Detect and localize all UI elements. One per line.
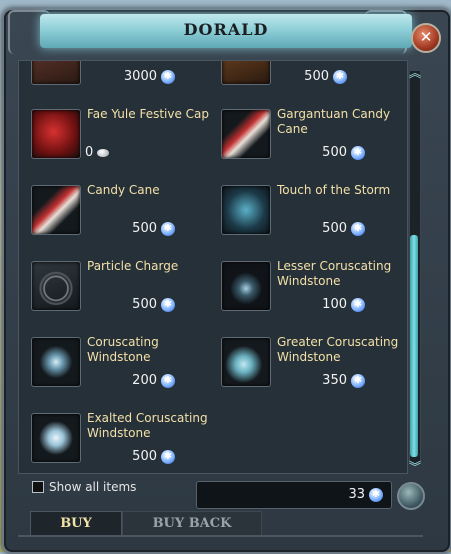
list-item[interactable]: 500 ✱ [221, 61, 407, 105]
item-name: Greater Coruscating Windstone [277, 335, 399, 364]
astral-diamond-icon: ✱ [369, 487, 383, 502]
exalted-windstone-icon [31, 413, 81, 463]
scroll-up-icon[interactable]: ︽ [408, 64, 422, 80]
list-item[interactable]: Coruscating Windstone 200 ✱ [31, 335, 221, 407]
candy-cane-icon [31, 185, 81, 235]
list-item[interactable]: Lesser Coruscating Windstone 100 ✱ [221, 259, 407, 331]
astral-diamond-icon: ✱ [333, 69, 347, 84]
candy-cane-icon [221, 109, 271, 159]
item-name: Lesser Coruscating Windstone [277, 259, 392, 288]
tab-buy[interactable]: BUY [30, 511, 122, 536]
astral-diamond-icon: ✱ [351, 221, 365, 236]
list-item[interactable]: Gargantuan Candy Cane 500 ✱ [221, 107, 407, 179]
astral-diamond-icon: ✱ [351, 145, 365, 160]
close-icon: ✕ [419, 28, 433, 46]
item-price: 200 [132, 373, 157, 388]
item-icon [31, 61, 81, 85]
item-name: Coruscating Windstone [87, 335, 159, 364]
item-icon [221, 61, 271, 85]
item-name: Touch of the Storm [277, 183, 391, 197]
item-price: 350 [322, 373, 347, 388]
list-item[interactable]: Particle Charge 500 ✱ [31, 259, 221, 331]
astral-diamond-icon: ✱ [351, 373, 365, 388]
list-item[interactable]: Exalted Coruscating Windstone 500 ✱ [31, 411, 221, 473]
item-price: 0 [85, 145, 94, 160]
list-item[interactable]: Fae Yule Festive Cap 0 [31, 107, 221, 179]
astral-diamond-icon: ✱ [161, 373, 175, 388]
balance-amount: 33 [348, 487, 365, 502]
show-all-label: Show all items [49, 480, 137, 494]
item-price: 500 [132, 221, 157, 236]
tab-divider [18, 535, 423, 537]
item-name: Exalted Coruscating Windstone [87, 411, 208, 440]
currency-options-button[interactable] [397, 482, 425, 510]
item-price: 500 [322, 145, 347, 160]
list-item[interactable]: Greater Coruscating Windstone 350 ✱ [221, 335, 407, 407]
windstone-icon [31, 337, 81, 387]
windstone-icon [221, 261, 271, 311]
item-price: 100 [322, 297, 347, 312]
currency-balance: 33 ✱ [196, 481, 392, 509]
item-name: Particle Charge [87, 259, 179, 273]
item-list: 3000 ✱ 500 ✱ Fae Yule Festive Cap 0 Garg… [18, 60, 408, 474]
title-bar: DORALD [40, 14, 412, 48]
close-button[interactable]: ✕ [411, 23, 441, 53]
santa-hat-icon [31, 109, 81, 159]
item-price: 500 [322, 221, 347, 236]
tab-buy-back[interactable]: BUY BACK [122, 511, 262, 537]
list-item[interactable]: 3000 ✱ [31, 61, 221, 105]
item-price: 500 [304, 69, 329, 84]
item-name: Gargantuan Candy Cane [277, 107, 391, 136]
show-all-items-toggle[interactable]: Show all items [32, 480, 136, 494]
astral-diamond-icon: ✱ [161, 69, 175, 84]
item-price: 3000 [123, 69, 157, 84]
item-name: Candy Cane [87, 183, 160, 197]
silver-coin-icon [97, 148, 110, 157]
astral-diamond-icon: ✱ [161, 221, 175, 236]
scroll-down-icon[interactable]: ︾ [408, 458, 422, 474]
item-name: Fae Yule Festive Cap [87, 107, 210, 121]
particle-rings-icon [31, 261, 81, 311]
item-price: 500 [132, 297, 157, 312]
checkbox[interactable] [32, 481, 44, 493]
list-item[interactable]: Candy Cane 500 ✱ [31, 183, 221, 255]
storm-crystal-icon [221, 185, 271, 235]
astral-diamond-icon: ✱ [161, 297, 175, 312]
astral-diamond-icon: ✱ [351, 297, 365, 312]
window-title: DORALD [183, 20, 269, 39]
astral-diamond-icon: ✱ [161, 449, 175, 464]
scrollbar-thumb[interactable] [410, 235, 418, 457]
list-item[interactable]: Touch of the Storm 500 ✱ [221, 183, 407, 255]
item-price: 500 [132, 449, 157, 464]
windstone-cluster-icon [221, 337, 271, 387]
